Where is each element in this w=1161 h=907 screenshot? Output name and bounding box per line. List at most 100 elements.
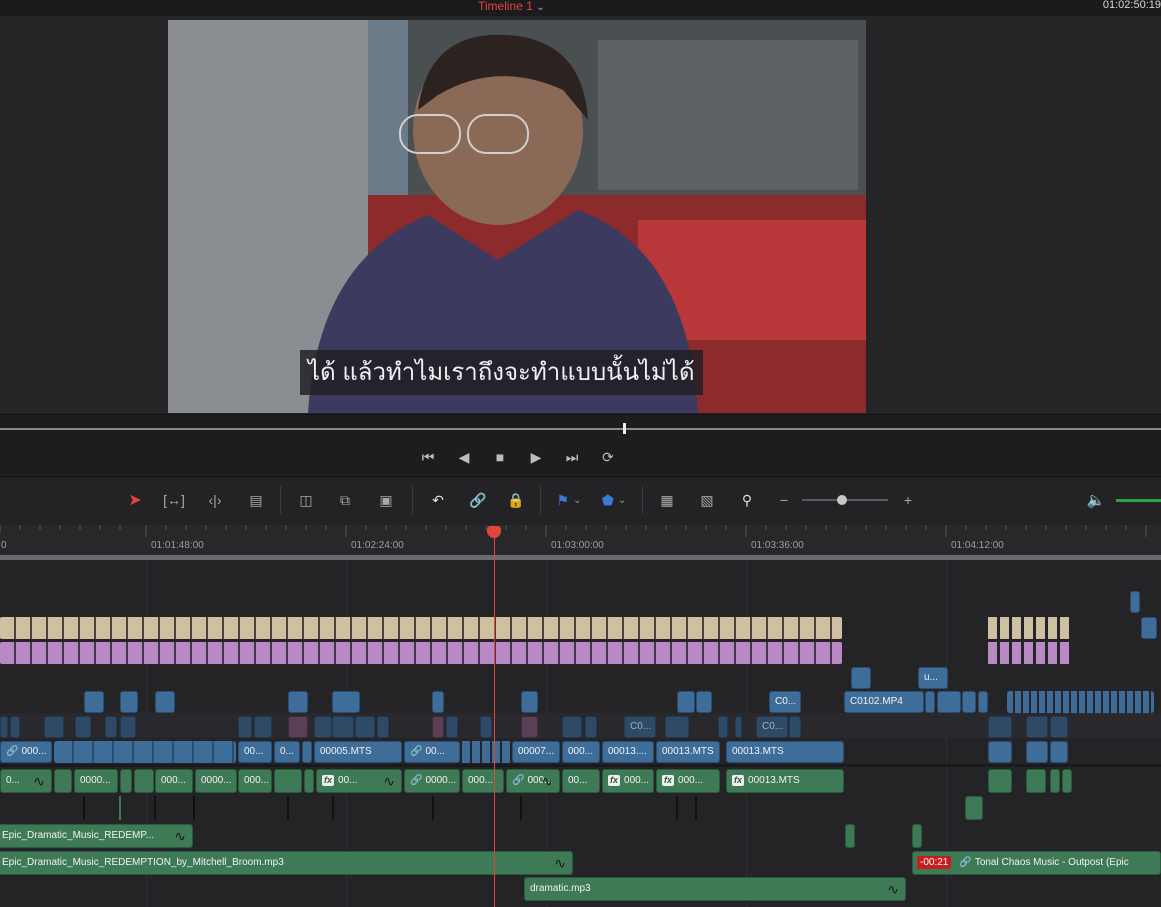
- audio-clip[interactable]: 🔗 0000...: [404, 769, 460, 793]
- overwrite-clip-icon[interactable]: ⧉: [332, 488, 358, 512]
- audio-clip[interactable]: [965, 796, 983, 820]
- timeline-title[interactable]: Timeline 1 ⌄: [478, 0, 545, 13]
- video-clip[interactable]: u...: [918, 667, 948, 689]
- scrub-bar[interactable]: [0, 428, 1161, 430]
- subtitle-track-2-clips[interactable]: [0, 642, 842, 664]
- loop-icon[interactable]: ⟳: [597, 447, 619, 467]
- audio-clip[interactable]: fx 00... ∿: [316, 769, 402, 793]
- zoom-out-icon[interactable]: −: [776, 488, 792, 512]
- video-clip[interactable]: [1130, 591, 1140, 613]
- jump-to-start-icon[interactable]: ⏮: [417, 447, 439, 467]
- video-clip[interactable]: 00005.MTS: [314, 741, 402, 763]
- audio-clip[interactable]: [1062, 769, 1072, 793]
- video-clip[interactable]: 00007...: [512, 741, 560, 763]
- video-clip[interactable]: 00013....: [602, 741, 654, 763]
- video-clip[interactable]: C0102.MP4: [844, 691, 924, 713]
- video-clip[interactable]: [120, 691, 138, 713]
- audio-clip[interactable]: [332, 796, 334, 820]
- video-clip[interactable]: 00013.MTS: [656, 741, 720, 763]
- scrub-playhead[interactable]: [623, 423, 626, 434]
- video-clip[interactable]: 0...: [274, 741, 300, 763]
- audio-clip[interactable]: [1026, 769, 1046, 793]
- video-clip[interactable]: [665, 716, 689, 738]
- video-clip[interactable]: [925, 691, 935, 713]
- marker-icon[interactable]: ⬟ ⌄: [596, 488, 632, 512]
- video-clip[interactable]: [962, 691, 976, 713]
- audio-clip[interactable]: 000...: [155, 769, 193, 793]
- video-clip[interactable]: 00013.MTS: [726, 741, 844, 763]
- blade-tool-icon[interactable]: ▤: [242, 488, 270, 512]
- video-clip[interactable]: 00...: [238, 741, 272, 763]
- video-clip[interactable]: [988, 741, 1012, 763]
- video-clip[interactable]: [677, 691, 695, 713]
- audio-clip[interactable]: [120, 769, 132, 793]
- video-clip[interactable]: [302, 741, 312, 763]
- video-clip[interactable]: 000...: [562, 741, 600, 763]
- subtitle-track-1-clips[interactable]: [0, 617, 842, 639]
- audio-clip[interactable]: fx 000...: [602, 769, 654, 793]
- selection-tool-icon[interactable]: ➤: [124, 488, 146, 512]
- video-clip[interactable]: 🔗 00...: [404, 741, 460, 763]
- video-clip[interactable]: [1141, 617, 1157, 639]
- jump-to-end-icon[interactable]: ⏭: [561, 447, 583, 467]
- audio-clip[interactable]: [1050, 769, 1060, 793]
- snapping-icon[interactable]: ↶: [426, 488, 450, 512]
- video-clip[interactable]: [432, 691, 444, 713]
- audio-clip[interactable]: fx 00013.MTS: [726, 769, 844, 793]
- audio-clip[interactable]: [287, 796, 289, 820]
- play-icon[interactable]: ▶: [525, 447, 547, 467]
- video-clip[interactable]: [10, 716, 20, 738]
- audio-clip[interactable]: [119, 796, 121, 820]
- video-clip[interactable]: C0...: [769, 691, 801, 713]
- video-clip[interactable]: [851, 667, 871, 689]
- audio-clip[interactable]: [274, 769, 302, 793]
- audio-clip[interactable]: fx 000...: [656, 769, 720, 793]
- zoom-detail-icon[interactable]: ▧: [692, 488, 722, 512]
- audio-clip[interactable]: 00...: [562, 769, 600, 793]
- video-clip[interactable]: [254, 716, 272, 738]
- music-clip[interactable]: dramatic.mp3 ∿: [524, 877, 906, 901]
- video-clip[interactable]: [1050, 716, 1068, 738]
- video-clip[interactable]: [314, 716, 332, 738]
- video-clip[interactable]: [0, 716, 8, 738]
- video-clip[interactable]: [988, 716, 1012, 738]
- audio-clip[interactable]: [988, 769, 1012, 793]
- zoom-full-icon[interactable]: ▦: [652, 488, 682, 512]
- video-clip-group[interactable]: [462, 741, 510, 763]
- trim-edit-icon[interactable]: [↔]: [160, 488, 188, 512]
- video-clip-group[interactable]: [54, 741, 236, 763]
- video-clip[interactable]: [521, 691, 538, 713]
- video-clip[interactable]: 🔗 000...: [0, 741, 52, 763]
- video-clip[interactable]: [696, 691, 712, 713]
- reverse-play-icon[interactable]: ◀: [453, 447, 475, 467]
- video-clip-group[interactable]: [1007, 691, 1154, 713]
- video-clip[interactable]: [332, 716, 354, 738]
- audio-clip[interactable]: [193, 796, 195, 820]
- audio-clip[interactable]: [520, 796, 522, 820]
- lock-icon[interactable]: 🔒: [504, 488, 528, 512]
- volume-icon[interactable]: 🔈: [1084, 488, 1108, 512]
- audio-clip[interactable]: [432, 796, 434, 820]
- timeline-playhead[interactable]: [494, 534, 495, 907]
- audio-clip[interactable]: [134, 769, 154, 793]
- flag-icon[interactable]: ⚑ ⌄: [552, 488, 586, 512]
- video-clip[interactable]: [355, 716, 375, 738]
- video-clip[interactable]: [155, 691, 175, 713]
- audio-clip[interactable]: 0... ∿: [0, 769, 52, 793]
- audio-clip[interactable]: 0000...: [74, 769, 118, 793]
- video-clip[interactable]: C0...: [756, 716, 788, 738]
- video-clip[interactable]: [238, 716, 252, 738]
- video-clip[interactable]: [585, 716, 597, 738]
- zoom-slider-handle[interactable]: [837, 495, 847, 505]
- video-clip[interactable]: [377, 716, 389, 738]
- audio-clip[interactable]: [154, 796, 156, 820]
- music-clip[interactable]: [912, 824, 922, 848]
- subtitle-track-2-clips[interactable]: [988, 642, 1070, 664]
- zoom-in-icon[interactable]: +: [900, 488, 916, 512]
- audio-clip[interactable]: [676, 796, 678, 820]
- video-clip[interactable]: [332, 691, 360, 713]
- audio-clip[interactable]: 0000...: [195, 769, 237, 793]
- video-clip[interactable]: [978, 691, 988, 713]
- video-clip[interactable]: [288, 691, 308, 713]
- video-clip[interactable]: [718, 716, 728, 738]
